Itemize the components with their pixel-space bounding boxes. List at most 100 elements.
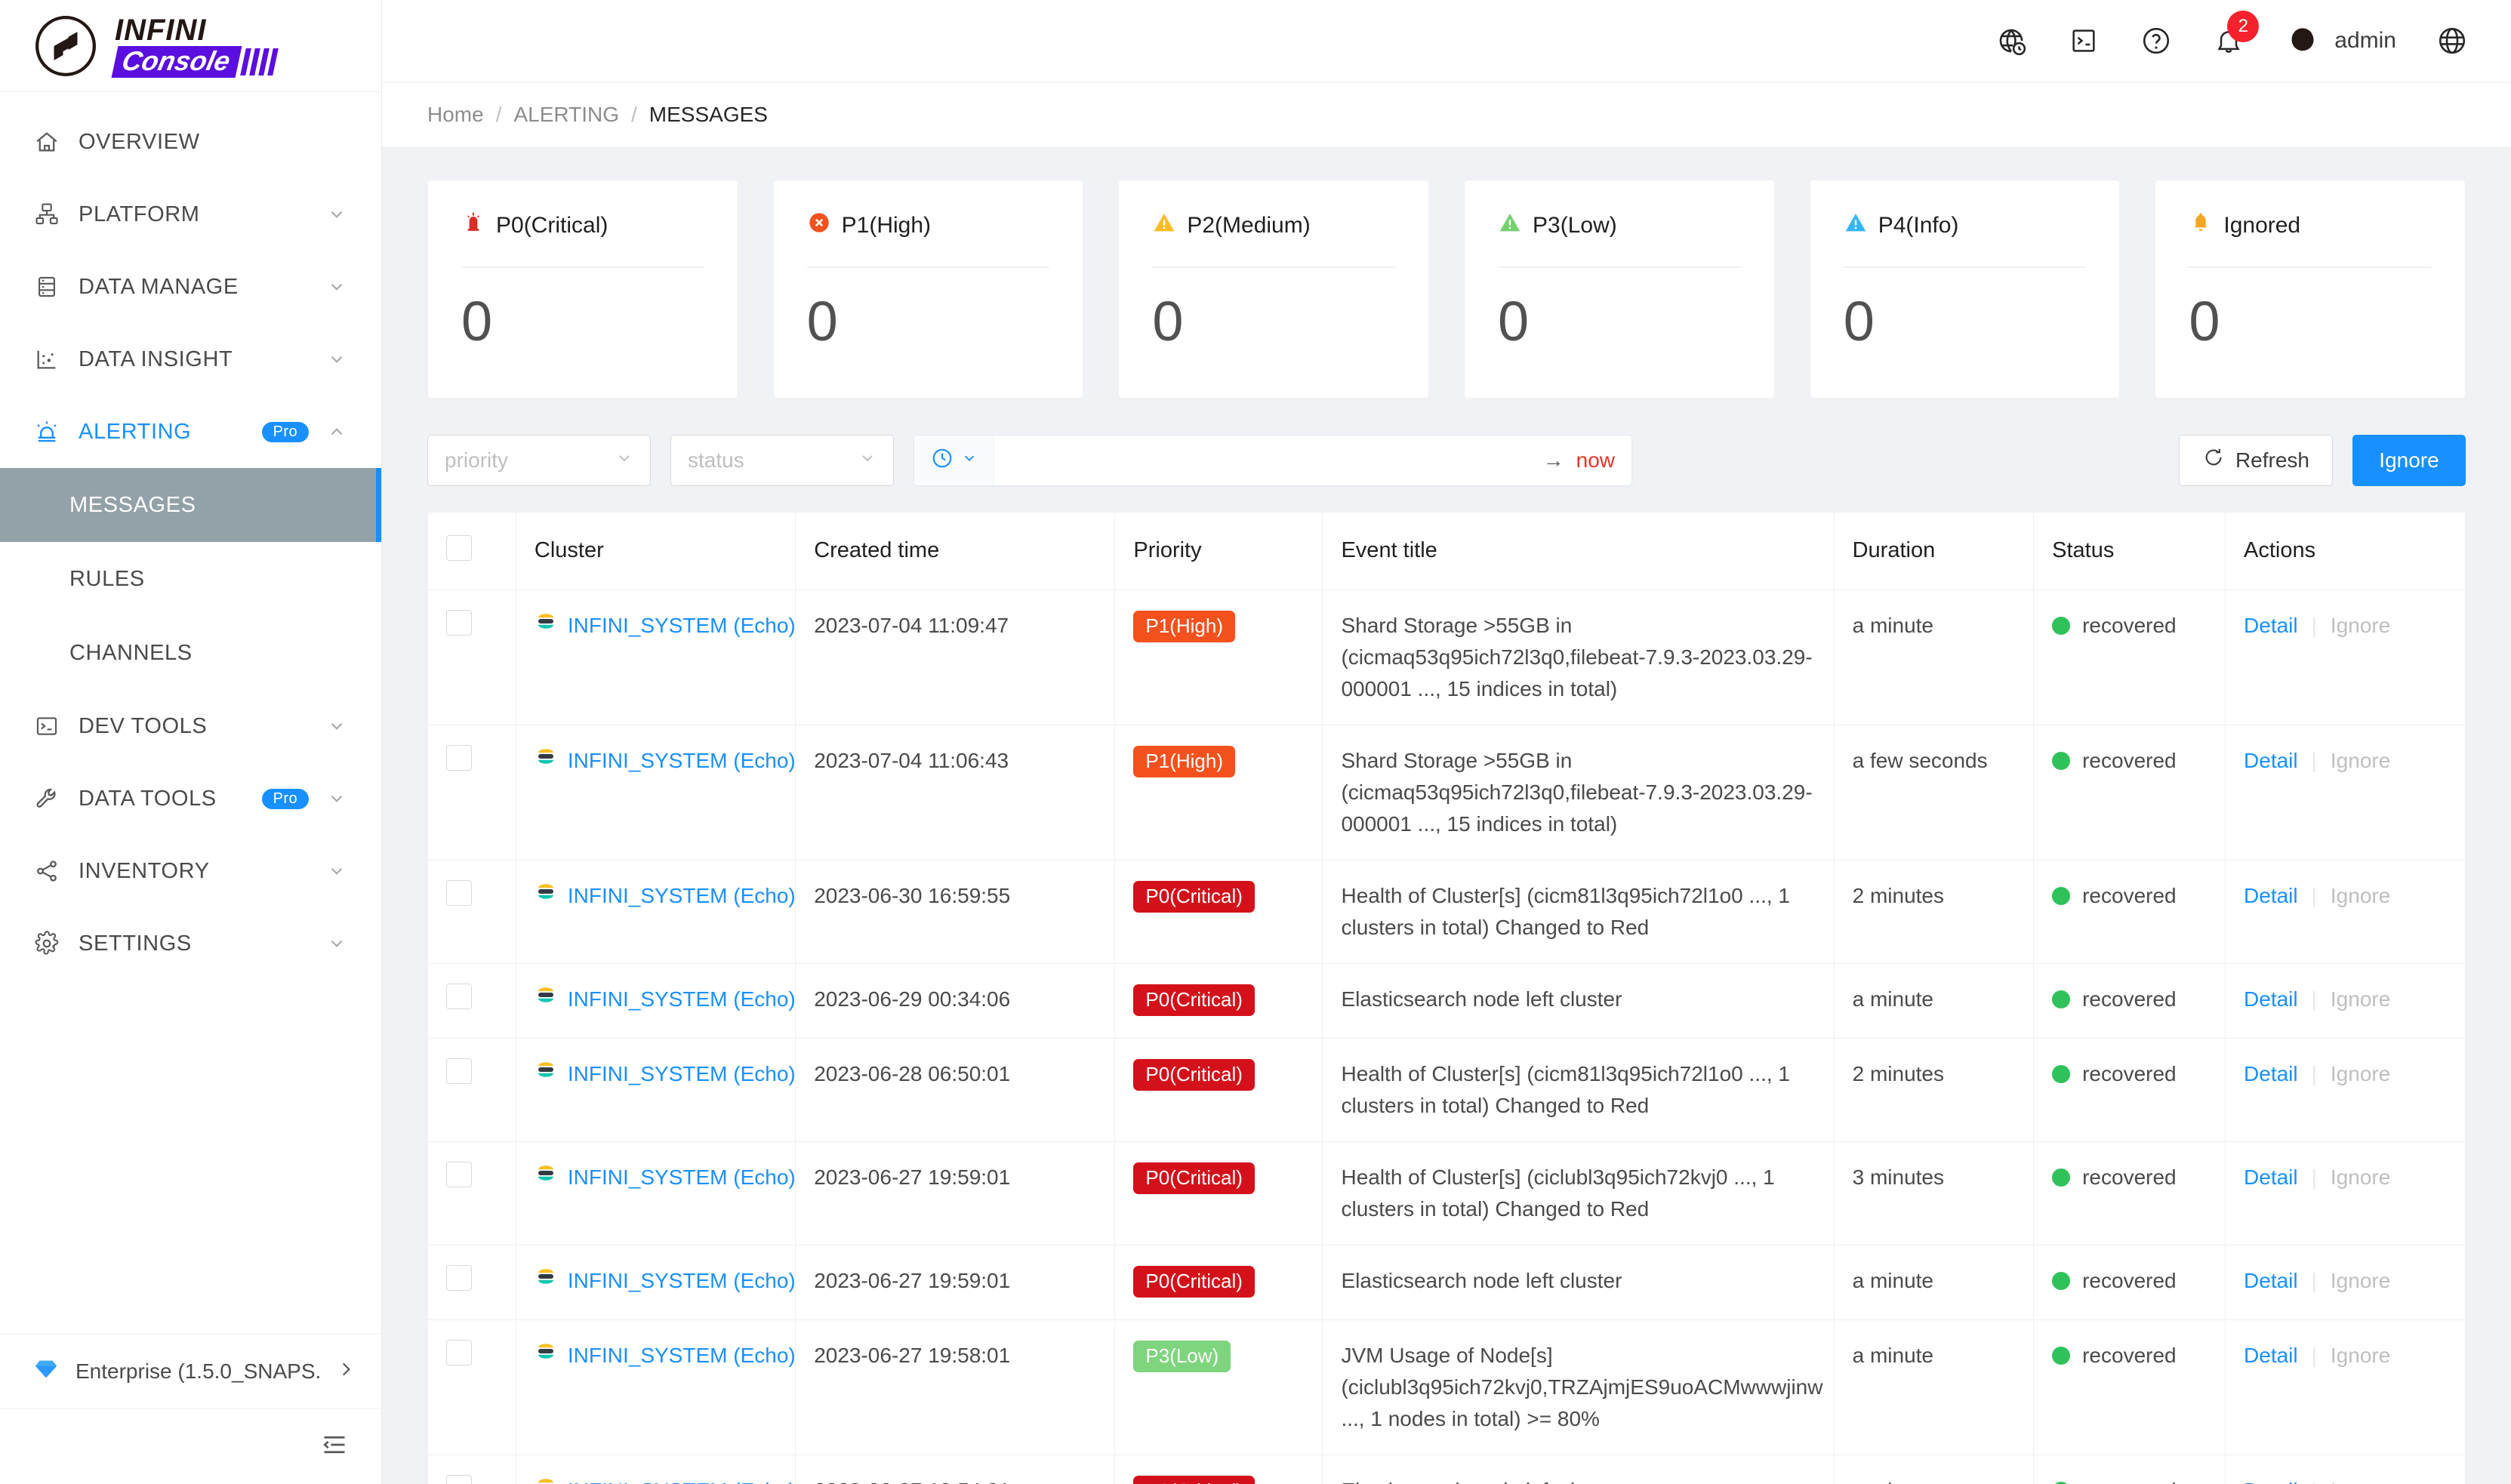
table-row: INFINI_SYSTEM (Echo)2023-06-27 19:54:01 P… xyxy=(428,1455,2465,1484)
chevron-down-icon xyxy=(327,789,347,808)
stat-card-header: P4(Info) xyxy=(1844,211,2087,241)
cluster-link[interactable]: INFINI_SYSTEM (Echo) xyxy=(568,1162,796,1193)
column-header-cluster[interactable]: Cluster xyxy=(516,512,796,590)
status-dot xyxy=(2052,751,2071,770)
select-all-checkbox[interactable] xyxy=(446,534,472,561)
globe-icon[interactable] xyxy=(2436,24,2469,57)
stat-card-p2[interactable]: P2(Medium) 0 xyxy=(1118,179,1430,399)
row-checkbox[interactable] xyxy=(446,744,472,771)
ignore-link[interactable]: Ignore xyxy=(2331,984,2390,1015)
sidebar-item-rules[interactable]: RULES xyxy=(0,542,381,616)
cell-cluster: INFINI_SYSTEM (Echo) xyxy=(516,725,796,861)
license-version-row[interactable]: Enterprise (1.5.0_SNAPS... xyxy=(0,1335,381,1409)
sidebar-item-alerting[interactable]: ALERTING Pro xyxy=(0,396,381,468)
cell-actions: Detail | Ignore xyxy=(2225,1141,2465,1245)
chevron-down-icon xyxy=(327,716,347,736)
detail-link[interactable]: Detail xyxy=(2244,1265,2298,1297)
cell-cluster: INFINI_SYSTEM (Echo) xyxy=(516,1038,796,1142)
column-header-duration[interactable]: Duration xyxy=(1834,512,2035,590)
cluster-link[interactable]: INFINI_SYSTEM (Echo) xyxy=(568,984,796,1015)
status-filter-select[interactable]: status xyxy=(670,434,894,486)
detail-link[interactable]: Detail xyxy=(2244,1058,2298,1090)
sidebar-item-channels[interactable]: CHANNELS xyxy=(0,616,381,690)
column-header-status[interactable]: Status xyxy=(2033,512,2226,590)
sidebar-item-label: OVERVIEW xyxy=(79,129,200,154)
time-range-end[interactable]: → now xyxy=(1543,448,1631,473)
cluster-link[interactable]: INFINI_SYSTEM (Echo) xyxy=(568,1475,796,1484)
ignore-link[interactable]: Ignore xyxy=(2331,1058,2390,1090)
sidebar-item-label: SETTINGS xyxy=(79,931,192,956)
status-label: recovered xyxy=(2082,987,2177,1011)
time-range-picker[interactable]: → now xyxy=(914,434,1632,486)
ignore-link[interactable]: Ignore xyxy=(2331,1475,2390,1484)
column-header-priority[interactable]: Priority xyxy=(1114,512,1323,590)
help-circle-icon[interactable] xyxy=(2140,24,2173,57)
cell-event-title: Health of Cluster[s] (cicm81l3q95ich72l1… xyxy=(1322,860,1835,964)
sidebar-item-overview[interactable]: OVERVIEW xyxy=(0,106,381,178)
detail-link[interactable]: Detail xyxy=(2244,1475,2298,1484)
ignore-link[interactable]: Ignore xyxy=(2331,745,2390,777)
row-checkbox[interactable] xyxy=(446,1339,472,1365)
cell-status: recovered xyxy=(2033,1038,2226,1142)
breadcrumb-alerting[interactable]: ALERTING xyxy=(513,103,619,127)
detail-link[interactable]: Detail xyxy=(2244,610,2298,642)
pro-badge: Pro xyxy=(261,788,309,809)
row-checkbox[interactable] xyxy=(446,1264,472,1291)
ignore-link[interactable]: Ignore xyxy=(2331,610,2390,642)
user-menu[interactable]: admin xyxy=(2285,21,2396,61)
time-range-quick-select[interactable] xyxy=(914,435,994,485)
detail-link[interactable]: Detail xyxy=(2244,984,2298,1015)
sidebar-item-inventory[interactable]: INVENTORY xyxy=(0,835,381,907)
cluster-link[interactable]: INFINI_SYSTEM (Echo) xyxy=(568,1058,796,1090)
detail-link[interactable]: Detail xyxy=(2244,1162,2298,1193)
globe-clock-icon[interactable] xyxy=(1995,24,2028,57)
stat-card-p0[interactable]: P0(Critical) 0 xyxy=(427,179,738,399)
priority-filter-select[interactable]: priority xyxy=(427,434,651,486)
cluster-link[interactable]: INFINI_SYSTEM (Echo) xyxy=(568,880,796,912)
ignore-link[interactable]: Ignore xyxy=(2331,1265,2390,1297)
ignore-button[interactable]: Ignore xyxy=(2352,434,2466,486)
breadcrumb-home[interactable]: Home xyxy=(427,103,484,127)
cell-created-time: 2023-06-30 16:59:55 xyxy=(795,860,1116,964)
time-range-start-input[interactable] xyxy=(994,436,1543,485)
row-checkbox[interactable] xyxy=(446,1058,472,1084)
brand-logo[interactable]: INFINI Console xyxy=(0,0,381,92)
cluster-link[interactable]: INFINI_SYSTEM (Echo) xyxy=(568,1340,796,1372)
cluster-link[interactable]: INFINI_SYSTEM (Echo) xyxy=(568,610,796,642)
sidebar-item-settings[interactable]: SETTINGS xyxy=(0,907,381,980)
cluster-link[interactable]: INFINI_SYSTEM (Echo) xyxy=(568,1265,796,1297)
row-checkbox[interactable] xyxy=(446,1161,472,1187)
console-terminal-icon[interactable] xyxy=(2067,24,2100,57)
divider xyxy=(2189,266,2432,268)
row-checkbox[interactable] xyxy=(446,983,472,1009)
detail-link[interactable]: Detail xyxy=(2244,745,2298,777)
stat-card-p3[interactable]: P3(Low) 0 xyxy=(1464,179,1775,399)
row-checkbox[interactable] xyxy=(446,609,472,636)
divider xyxy=(461,266,704,268)
stat-card-ignored[interactable]: Ignored 0 xyxy=(2155,179,2466,399)
sidebar-item-data-manage[interactable]: DATA MANAGE xyxy=(0,251,381,323)
refresh-button[interactable]: Refresh xyxy=(2178,434,2333,486)
ignore-link[interactable]: Ignore xyxy=(2331,1340,2390,1372)
stat-card-p4[interactable]: P4(Info) 0 xyxy=(1809,179,2121,399)
cell-event-title: Elasticsearch node left cluster xyxy=(1322,963,1835,1039)
row-checkbox[interactable] xyxy=(446,1474,472,1484)
sidebar-item-messages[interactable]: MESSAGES xyxy=(0,468,381,542)
topbar: 2 admin xyxy=(382,0,2511,83)
cluster-link[interactable]: INFINI_SYSTEM (Echo) xyxy=(568,745,796,777)
ignore-link[interactable]: Ignore xyxy=(2331,880,2390,912)
ignore-link[interactable]: Ignore xyxy=(2331,1162,2390,1193)
column-header-created-time[interactable]: Created time xyxy=(795,512,1116,590)
bell-icon[interactable]: 2 xyxy=(2212,11,2260,57)
sidebar-item-platform[interactable]: PLATFORM xyxy=(0,178,381,251)
row-checkbox[interactable] xyxy=(446,879,472,906)
detail-link[interactable]: Detail xyxy=(2244,1340,2298,1372)
detail-link[interactable]: Detail xyxy=(2244,880,2298,912)
sidebar-item-dev-tools[interactable]: DEV TOOLS xyxy=(0,690,381,762)
column-header-event-title[interactable]: Event title xyxy=(1322,512,1835,590)
collapse-sidebar-button[interactable] xyxy=(0,1409,381,1484)
sidebar-item-data-insight[interactable]: DATA INSIGHT xyxy=(0,323,381,396)
stat-card-p1[interactable]: P1(High) 0 xyxy=(772,179,1084,399)
sidebar-item-data-tools[interactable]: DATA TOOLS Pro xyxy=(0,762,381,835)
divider xyxy=(1498,266,1741,268)
